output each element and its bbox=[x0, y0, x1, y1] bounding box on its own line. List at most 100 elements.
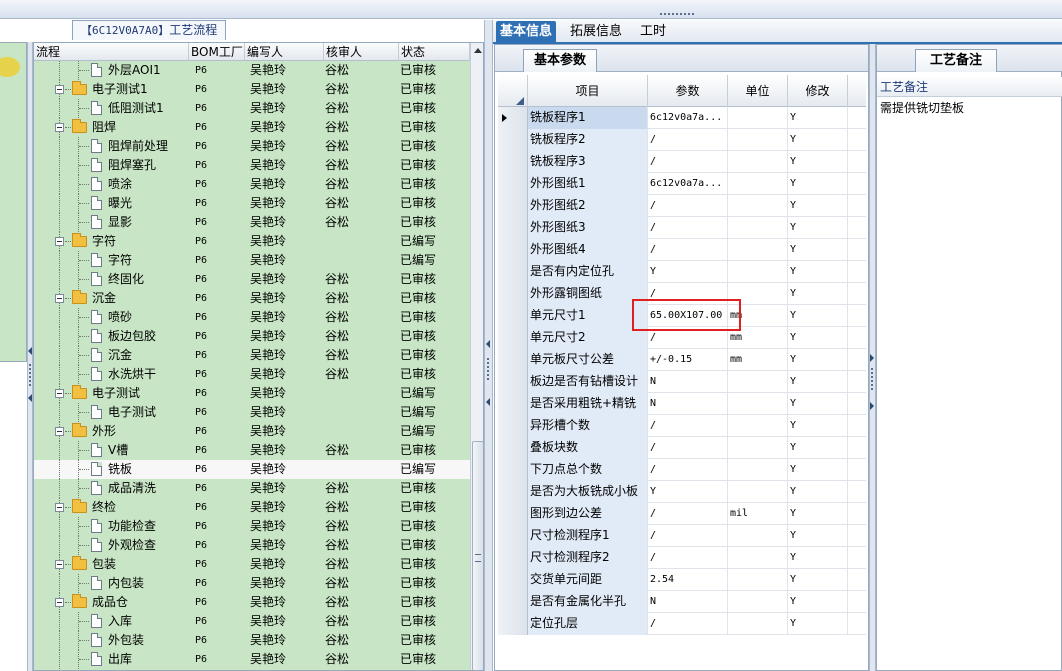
param-row[interactable]: 交货单元间距 2.54 Y bbox=[498, 569, 866, 591]
param-unit-cell[interactable] bbox=[728, 239, 788, 261]
param-edit-cell[interactable]: Y bbox=[788, 173, 848, 195]
param-row[interactable]: 是否有金属化半孔 N Y bbox=[498, 591, 866, 613]
tree-row[interactable]: 成品清洗 P6 吴艳玲 谷松 已审核 bbox=[34, 479, 470, 498]
param-value-cell[interactable]: Y bbox=[648, 261, 728, 283]
param-row[interactable]: 图形到边公差 / mil Y bbox=[498, 503, 866, 525]
param-unit-cell[interactable] bbox=[728, 393, 788, 415]
param-value-cell[interactable]: 2.54 bbox=[648, 569, 728, 591]
row-selector[interactable] bbox=[498, 151, 528, 173]
param-value-cell[interactable]: N bbox=[648, 371, 728, 393]
splitter-grip[interactable] bbox=[660, 13, 694, 17]
param-value-cell[interactable]: / bbox=[648, 437, 728, 459]
tree-row[interactable]: 阻焊塞孔 P6 吴艳玲 谷松 已审核 bbox=[34, 156, 470, 175]
row-selector[interactable] bbox=[498, 107, 528, 129]
row-selector[interactable] bbox=[498, 547, 528, 569]
tree-row[interactable]: 内包装 P6 吴艳玲 谷松 已审核 bbox=[34, 574, 470, 593]
tree-row[interactable]: 电子测试 P6 吴艳玲 已编写 bbox=[34, 384, 470, 403]
param-row[interactable]: 外形图纸4/ Y bbox=[498, 239, 866, 261]
tree-row[interactable]: 电子测试1 P6 吴艳玲 谷松 已审核 bbox=[34, 80, 470, 99]
column-item[interactable]: 项目 bbox=[528, 75, 648, 107]
column-author[interactable]: 编写人 bbox=[245, 43, 324, 61]
param-value-cell[interactable]: / bbox=[648, 525, 728, 547]
param-value-cell[interactable]: +/-0.15 bbox=[648, 349, 728, 371]
param-unit-cell[interactable] bbox=[728, 525, 788, 547]
param-edit-cell[interactable]: Y bbox=[788, 569, 848, 591]
row-selector[interactable] bbox=[498, 195, 528, 217]
param-edit-cell[interactable]: Y bbox=[788, 261, 848, 283]
param-row[interactable]: 尺寸检测程序1/ Y bbox=[498, 525, 866, 547]
param-row[interactable]: 异形槽个数 / Y bbox=[498, 415, 866, 437]
tree-row[interactable]: 出库 P6 吴艳玲 谷松 已审核 bbox=[34, 650, 470, 669]
param-row[interactable]: 外形图纸1 6c12v0a7a... Y bbox=[498, 173, 866, 195]
param-edit-cell[interactable]: Y bbox=[788, 151, 848, 173]
param-row[interactable]: 外形图纸2/ Y bbox=[498, 195, 866, 217]
param-value-cell[interactable]: / bbox=[648, 547, 728, 569]
params-panel-title[interactable]: 基本参数 bbox=[523, 49, 598, 72]
tree-row[interactable]: 入库 P6 吴艳玲 谷松 已审核 bbox=[34, 612, 470, 631]
param-unit-cell[interactable] bbox=[728, 151, 788, 173]
tree-row[interactable]: 喷砂 P6 吴艳玲 谷松 已审核 bbox=[34, 308, 470, 327]
param-value-cell[interactable]: / bbox=[648, 459, 728, 481]
param-row[interactable]: 单元板尺寸公差 +/-0.15 mm Y bbox=[498, 349, 866, 371]
row-selector[interactable] bbox=[498, 283, 528, 305]
collapse-toggle-icon[interactable] bbox=[55, 560, 64, 569]
param-unit-cell[interactable] bbox=[728, 437, 788, 459]
param-row[interactable]: 定位孔层 / Y bbox=[498, 613, 866, 635]
collapse-toggle-icon[interactable] bbox=[55, 123, 64, 132]
param-row[interactable]: 是否采用粗铣+精铣 N Y bbox=[498, 393, 866, 415]
param-value-cell[interactable]: / bbox=[648, 195, 728, 217]
tree-row[interactable]: 外形 P6 吴艳玲 已编写 bbox=[34, 422, 470, 441]
column-status[interactable]: 状态 bbox=[399, 43, 470, 61]
column-bom-factory[interactable]: BOM工厂 bbox=[189, 43, 245, 61]
row-selector[interactable] bbox=[498, 349, 528, 371]
param-row[interactable]: 尺寸检测程序2/ Y bbox=[498, 547, 866, 569]
column-unit[interactable]: 单位 bbox=[728, 75, 788, 107]
param-edit-cell[interactable]: Y bbox=[788, 415, 848, 437]
param-value-cell[interactable]: / bbox=[648, 151, 728, 173]
row-selector[interactable] bbox=[498, 569, 528, 591]
tree-row[interactable]: 阻焊前处理 P6 吴艳玲 谷松 已审核 bbox=[34, 137, 470, 156]
row-selector[interactable] bbox=[498, 437, 528, 459]
param-edit-cell[interactable]: Y bbox=[788, 195, 848, 217]
row-selector[interactable] bbox=[498, 393, 528, 415]
tree-row[interactable]: 电子测试 P6 吴艳玲 已编写 bbox=[34, 403, 470, 422]
param-value-cell[interactable]: / bbox=[648, 613, 728, 635]
tab-extended-info[interactable]: 拓展信息 bbox=[566, 21, 626, 43]
tree-row[interactable]: 包装 P6 吴艳玲 谷松 已审核 bbox=[34, 555, 470, 574]
param-value-cell[interactable]: 6c12v0a7a... bbox=[648, 107, 728, 129]
tree-row[interactable]: 喷涂 P6 吴艳玲 谷松 已审核 bbox=[34, 175, 470, 194]
row-selector[interactable] bbox=[498, 525, 528, 547]
param-edit-cell[interactable]: Y bbox=[788, 503, 848, 525]
param-row[interactable]: 铣板程序1 6c12v0a7a... Y bbox=[498, 107, 866, 129]
row-selector[interactable] bbox=[498, 613, 528, 635]
row-selector[interactable] bbox=[498, 239, 528, 261]
tab-basic-info[interactable]: 基本信息 bbox=[496, 21, 557, 43]
param-row[interactable]: 板边是否有钻槽设计 N Y bbox=[498, 371, 866, 393]
scrollbar-thumb[interactable] bbox=[472, 441, 483, 670]
collapse-toggle-icon[interactable] bbox=[55, 598, 64, 607]
comment-bubble-icon[interactable] bbox=[0, 57, 20, 77]
tree-row[interactable]: 阻焊 P6 吴艳玲 谷松 已审核 bbox=[34, 118, 470, 137]
param-row[interactable]: 外形图纸3/ Y bbox=[498, 217, 866, 239]
param-unit-cell[interactable] bbox=[728, 547, 788, 569]
column-flow[interactable]: 流程 bbox=[34, 43, 189, 61]
collapse-toggle-icon[interactable] bbox=[55, 389, 64, 398]
param-edit-cell[interactable]: Y bbox=[788, 437, 848, 459]
tree-row[interactable]: V槽 P6 吴艳玲 谷松 已审核 bbox=[34, 441, 470, 460]
param-edit-cell[interactable]: Y bbox=[788, 525, 848, 547]
tree-row[interactable]: 低阻测试1 P6 吴艳玲 谷松 已审核 bbox=[34, 99, 470, 118]
param-edit-cell[interactable]: Y bbox=[788, 393, 848, 415]
param-value-cell[interactable]: / bbox=[648, 239, 728, 261]
column-param[interactable]: 参数 bbox=[648, 75, 728, 107]
param-edit-cell[interactable]: Y bbox=[788, 327, 848, 349]
param-unit-cell[interactable] bbox=[728, 107, 788, 129]
row-selector[interactable] bbox=[498, 415, 528, 437]
tree-row[interactable]: 沉金 P6 吴艳玲 谷松 已审核 bbox=[34, 289, 470, 308]
collapse-toggle-icon[interactable] bbox=[55, 427, 64, 436]
tree-row[interactable]: 板边包胶 P6 吴艳玲 谷松 已审核 bbox=[34, 327, 470, 346]
param-unit-cell[interactable] bbox=[728, 459, 788, 481]
grid-corner[interactable] bbox=[498, 75, 528, 107]
process-flow-tab[interactable]: 【6C12V0A7A0】工艺流程 bbox=[72, 20, 227, 40]
tree-row[interactable]: 终固化 P6 吴艳玲 谷松 已审核 bbox=[34, 270, 470, 289]
tree-row[interactable]: 外观检查 P6 吴艳玲 谷松 已审核 bbox=[34, 536, 470, 555]
